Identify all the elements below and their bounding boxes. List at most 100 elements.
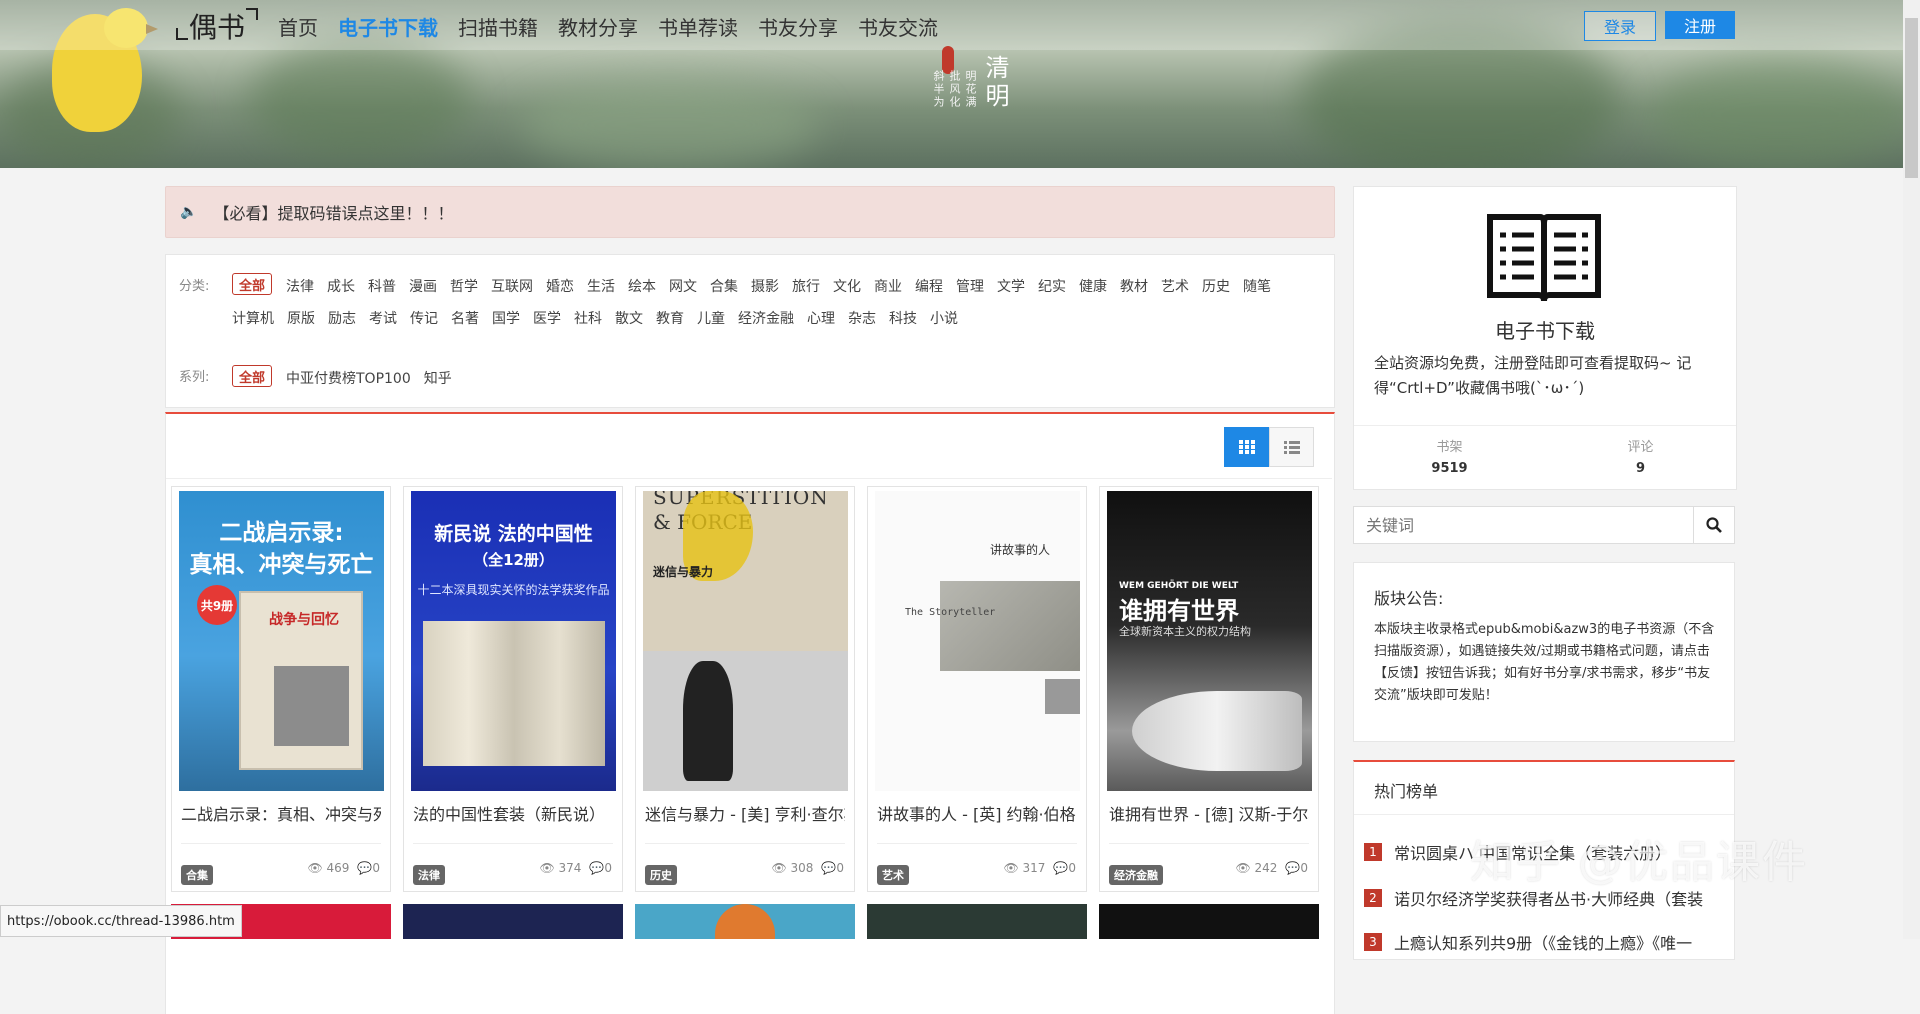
search-input[interactable]: [1354, 507, 1693, 543]
category-item[interactable]: 传记: [410, 308, 438, 328]
category-all-tag[interactable]: 全部: [232, 273, 273, 295]
series-all-tag[interactable]: 全部: [232, 365, 273, 387]
book-cover[interactable]: 新民说 法的中国性 （全12册） 十二本深具现实关怀的法学获奖作品: [411, 491, 616, 791]
site-logo[interactable]: 偶书: [176, 6, 258, 44]
category-item[interactable]: 计算机: [232, 308, 274, 328]
category-item[interactable]: 名著: [451, 308, 479, 328]
cover-text: 真相、冲突与死亡: [189, 552, 374, 578]
category-item[interactable]: 心理: [807, 308, 835, 328]
cover-text: 谁拥有世界: [1119, 597, 1239, 625]
category-item[interactable]: 教育: [656, 308, 684, 328]
nav-ebook-download[interactable]: 电子书下载: [338, 12, 438, 41]
hot-list-divider: [1354, 814, 1734, 815]
book-card[interactable]: 新民说 法的中国性 （全12册） 十二本深具现实关怀的法学获奖作品 法的中国性套…: [403, 486, 623, 892]
book-title[interactable]: 谁拥有世界 - [德] 汉斯-于尔根·雅各布斯: [1109, 801, 1309, 825]
scrollbar-thumb[interactable]: [1905, 18, 1918, 178]
category-item[interactable]: 健康: [1079, 276, 1107, 296]
book-cover[interactable]: 二战启示录: 真相、冲突与死亡 共9册 战争与回忆: [179, 491, 384, 791]
category-item[interactable]: 经济金融: [738, 308, 794, 328]
category-item[interactable]: 成长: [327, 276, 355, 296]
nav-reader-share[interactable]: 书友分享: [758, 12, 838, 41]
book-title[interactable]: 迷信与暴力 - [美] 亨利·查尔斯·李: [645, 801, 845, 825]
category-item[interactable]: 原版: [287, 308, 315, 328]
hot-list-item[interactable]: 3 上瘾认知系列共9册（《金钱的上瘾》《唯一: [1364, 930, 1724, 954]
category-item[interactable]: 旅行: [792, 276, 820, 296]
category-item[interactable]: 哲学: [450, 276, 478, 296]
category-item[interactable]: 小说: [930, 308, 958, 328]
category-item[interactable]: 婚恋: [546, 276, 574, 296]
category-item[interactable]: 儿童: [697, 308, 725, 328]
category-item[interactable]: 随笔: [1243, 276, 1271, 296]
category-item[interactable]: 法律: [286, 276, 314, 296]
cover-figure: [683, 661, 733, 781]
category-item[interactable]: 文化: [833, 276, 861, 296]
series-item[interactable]: 中亚付费榜TOP100: [286, 368, 411, 388]
book-card-partial[interactable]: [635, 904, 855, 939]
book-tag[interactable]: 艺术: [877, 865, 909, 885]
book-title[interactable]: 法的中国性套装（新民说）: [413, 801, 613, 825]
book-cover[interactable]: WEM GEHÖRT DIE WELT 谁拥有世界 全球新资本主义的权力结构: [1107, 491, 1312, 791]
category-item[interactable]: 社科: [574, 308, 602, 328]
nav-home[interactable]: 首页: [278, 12, 318, 41]
book-card[interactable]: WEM GEHÖRT DIE WELT 谁拥有世界 全球新资本主义的权力结构 谁…: [1099, 486, 1319, 892]
cover-text: 战争与回忆: [269, 612, 339, 628]
category-item[interactable]: 生活: [587, 276, 615, 296]
book-card-partial[interactable]: [1099, 904, 1319, 939]
book-tag[interactable]: 经济金融: [1109, 865, 1163, 885]
book-card-partial[interactable]: [403, 904, 623, 939]
nav-textbook-share[interactable]: 教材分享: [558, 12, 638, 41]
comments-count: 💬0: [589, 861, 612, 875]
category-item[interactable]: 艺术: [1161, 276, 1189, 296]
list-view-button[interactable]: [1269, 427, 1314, 467]
grid-view-button[interactable]: [1224, 427, 1269, 467]
notice-bar[interactable]: 🔈 【必看】提取码错误点这里！！！: [165, 186, 1335, 238]
book-tag[interactable]: 历史: [645, 865, 677, 885]
book-cover[interactable]: SUPERSTITION & FORCE 迷信与暴力: [643, 491, 848, 791]
category-item[interactable]: 编程: [915, 276, 943, 296]
category-item[interactable]: 合集: [710, 276, 738, 296]
category-item[interactable]: 科普: [368, 276, 396, 296]
category-item[interactable]: 文学: [997, 276, 1025, 296]
category-item[interactable]: 管理: [956, 276, 984, 296]
category-item[interactable]: 互联网: [491, 276, 533, 296]
search-box: [1353, 506, 1735, 544]
category-item[interactable]: 杂志: [848, 308, 876, 328]
book-tag[interactable]: 法律: [413, 865, 445, 885]
category-item[interactable]: 励志: [328, 308, 356, 328]
nav-reader-talk[interactable]: 书友交流: [858, 12, 938, 41]
book-title[interactable]: 二战启示录：真相、冲突与死亡合集: [181, 801, 381, 825]
category-item[interactable]: 绘本: [628, 276, 656, 296]
hot-item-text[interactable]: 上瘾认知系列共9册（《金钱的上瘾》《唯一: [1394, 930, 1692, 954]
book-cover[interactable]: 讲故事的人 The Storyteller: [875, 491, 1080, 791]
book-title[interactable]: 讲故事的人 - [英] 约翰·伯格: [877, 801, 1077, 825]
category-item[interactable]: 国学: [492, 308, 520, 328]
category-item[interactable]: 漫画: [409, 276, 437, 296]
search-button[interactable]: [1693, 507, 1734, 543]
book-card-partial[interactable]: [867, 904, 1087, 939]
category-item[interactable]: 历史: [1202, 276, 1230, 296]
notice-text[interactable]: 【必看】提取码错误点这里！！！: [213, 200, 453, 224]
category-item[interactable]: 商业: [874, 276, 902, 296]
login-button[interactable]: 登录: [1584, 11, 1656, 41]
nav-scanned-books[interactable]: 扫描书籍: [458, 12, 538, 41]
grid-icon: [1238, 440, 1255, 454]
card-divider: [877, 843, 1077, 844]
category-item[interactable]: 纪实: [1038, 276, 1066, 296]
register-button[interactable]: 注册: [1665, 11, 1735, 39]
book-card[interactable]: 二战启示录: 真相、冲突与死亡 共9册 战争与回忆 二战启示录：真相、冲突与死亡…: [171, 486, 391, 892]
category-item[interactable]: 考试: [369, 308, 397, 328]
category-item[interactable]: 科技: [889, 308, 917, 328]
book-tag[interactable]: 合集: [181, 865, 213, 885]
book-card[interactable]: SUPERSTITION & FORCE 迷信与暴力 迷信与暴力 - [美] 亨…: [635, 486, 855, 892]
category-item[interactable]: 医学: [533, 308, 561, 328]
category-item[interactable]: 网文: [669, 276, 697, 296]
category-item[interactable]: 摄影: [751, 276, 779, 296]
series-item[interactable]: 知乎: [424, 368, 452, 388]
watermark-text: 知乎 @优品课件: [1470, 837, 1808, 888]
nav-booklist[interactable]: 书单荐读: [658, 12, 738, 41]
book-card[interactable]: 讲故事的人 The Storyteller 讲故事的人 - [英] 约翰·伯格 …: [867, 486, 1087, 892]
cover-text: WEM GEHÖRT DIE WELT: [1119, 581, 1239, 591]
book-stats: 👁 242 💬0: [1235, 861, 1308, 875]
category-item[interactable]: 教材: [1120, 276, 1148, 296]
category-item[interactable]: 散文: [615, 308, 643, 328]
